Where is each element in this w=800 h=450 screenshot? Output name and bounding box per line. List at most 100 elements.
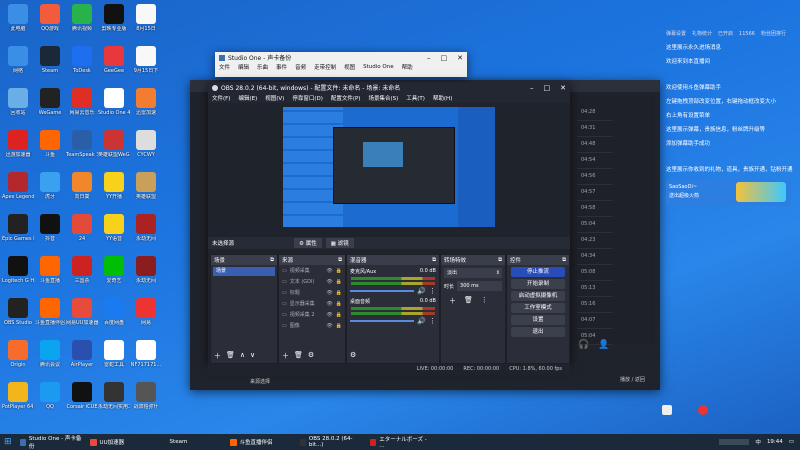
visibility-icon[interactable]: 👁 <box>326 279 332 285</box>
menu-item[interactable]: 编辑 <box>238 63 249 71</box>
desktop-icon[interactable]: NF717171... <box>130 340 162 368</box>
menu-item[interactable]: 走带控制 <box>314 63 336 71</box>
tray-icons[interactable] <box>719 439 750 445</box>
chat-top-item[interactable]: 粉丝团排行 <box>761 30 786 38</box>
dock-icon[interactable]: ⧉ <box>338 257 342 264</box>
source-item[interactable]: ▭ 标题 👁 🔒 <box>279 287 345 298</box>
menu-item[interactable]: 工具(T) <box>406 94 425 102</box>
minimize-button[interactable]: – <box>427 54 431 62</box>
desktop-icon[interactable]: WeGame <box>34 88 66 116</box>
desktop-icon[interactable]: Apex Legends <box>2 172 34 200</box>
menu-item[interactable]: 文件 <box>219 63 230 71</box>
visibility-icon[interactable]: 👁 <box>326 312 332 318</box>
menu-item[interactable]: 视图 <box>344 63 355 71</box>
time-entry[interactable]: 04:54 <box>577 153 613 169</box>
time-entry[interactable]: 04:34 <box>577 249 613 265</box>
menu-item[interactable]: 帮助 <box>402 63 413 71</box>
desktop-icon[interactable]: 迅雷加速 <box>130 88 162 116</box>
source-settings-button[interactable]: ⚙ <box>308 351 314 361</box>
transition-select[interactable]: 淡出 ⇕ <box>444 268 502 278</box>
control-button[interactable]: 退出 <box>511 327 565 337</box>
visibility-icon[interactable]: 👁 <box>326 268 332 274</box>
time-entry[interactable]: 05:16 <box>577 297 613 313</box>
taskbar-item[interactable]: UU加速器 <box>86 434 156 450</box>
speaker-icon[interactable]: 🔊 <box>417 317 426 325</box>
dock-icon[interactable]: ⧉ <box>562 257 566 264</box>
user-icon[interactable]: 👤 <box>598 340 609 350</box>
taskbar-item[interactable]: OBS 28.0.2 (64-bit...) <box>296 434 366 450</box>
taskbar-item[interactable]: Studio One - 声卡备份 <box>16 434 86 450</box>
chat-top-item[interactable]: 礼物统计 <box>692 30 712 38</box>
menu-item[interactable]: 编辑(E) <box>238 94 257 102</box>
time-entry[interactable]: 04:28 <box>577 105 613 121</box>
desktop-icon[interactable]: Logitech G HUB <box>2 256 34 284</box>
desktop-icon[interactable]: 战双帕弥什 <box>130 382 162 410</box>
desktop-icon[interactable]: 百度网盘 <box>98 298 130 326</box>
mixer-settings-button[interactable]: ⚙ <box>350 351 356 359</box>
lock-icon[interactable]: 🔒 <box>336 279 342 285</box>
desktop-icon[interactable]: Corsair iCUE <box>66 382 98 410</box>
taskbar-item[interactable]: 斗鱼直播伴侣 <box>226 434 296 450</box>
desktop-icon[interactable]: Studio One 4 <box>98 88 130 116</box>
desktop-icon[interactable]: AirPlayer <box>66 340 98 368</box>
time-entry[interactable]: 04:58 <box>577 201 613 217</box>
desktop-icon[interactable]: 斗鱼直播伴侣 <box>34 298 66 326</box>
desktop-icon[interactable]: 三国杀 <box>66 256 98 284</box>
desktop-icon[interactable]: 爱奇艺 <box>98 256 130 284</box>
time-entry[interactable]: 05:04 <box>577 217 613 233</box>
menu-item[interactable]: 乐曲 <box>257 63 268 71</box>
mixer-menu-icon[interactable]: ⋮ <box>429 287 436 295</box>
desktop-icon[interactable]: 网易云音乐 <box>66 88 98 116</box>
add-transition-button[interactable]: ＋ <box>449 296 456 306</box>
control-button[interactable]: 停止推流 <box>511 267 565 277</box>
clock[interactable]: 19:44 <box>767 439 783 445</box>
menu-item[interactable]: 帮助(H) <box>433 94 452 102</box>
desktop-icon[interactable]: PotPlayer 64 bit <box>2 382 34 410</box>
visibility-icon[interactable]: 👁 <box>326 301 332 307</box>
visibility-icon[interactable]: 👁 <box>326 290 332 296</box>
notification-icon[interactable] <box>662 405 672 415</box>
scene-item[interactable]: 场景 <box>213 267 275 276</box>
speaker-icon[interactable]: 🔊 <box>417 287 426 295</box>
close-button[interactable]: ✕ <box>457 54 463 62</box>
desktop-icon[interactable]: 9月15日下 <box>130 46 162 74</box>
desktop-icon[interactable]: TeamSpeak 3 <box>66 130 98 158</box>
desktop-icon[interactable]: 雷蛇工具 <box>98 340 130 368</box>
desktop-icon[interactable]: 斗鱼 <box>34 130 66 158</box>
desktop-icon[interactable]: QQ游戏 <box>34 4 66 32</box>
desktop-icon[interactable]: 迅游加速器 <box>2 130 34 158</box>
desktop-icon[interactable]: 永劫无间 <box>130 256 162 284</box>
time-entry[interactable]: 04:57 <box>577 185 613 201</box>
desktop-icon[interactable]: GeeGee <box>98 46 130 74</box>
desktop-icon[interactable]: 网易UU加速器 <box>66 298 98 326</box>
remove-scene-button[interactable]: 🗑 <box>226 351 235 361</box>
desktop-icon[interactable]: 网易 <box>130 298 162 326</box>
taskbar-item[interactable]: Steam <box>156 434 226 450</box>
preview-canvas[interactable] <box>283 107 495 227</box>
mixer-menu-icon[interactable]: ⋮ <box>429 317 436 325</box>
dock-icon[interactable]: ⧉ <box>498 257 502 264</box>
desktop-icon[interactable]: 永劫无间 <box>130 214 162 242</box>
menu-item[interactable]: 音频 <box>295 63 306 71</box>
move-down-button[interactable]: ∨ <box>250 351 255 361</box>
time-entry[interactable]: 04:48 <box>577 137 613 153</box>
desktop-icon[interactable]: 抖音 <box>34 214 66 242</box>
desktop-icon[interactable]: ToDesk <box>66 46 98 74</box>
time-entry[interactable]: 04:56 <box>577 169 613 185</box>
notification-center-icon[interactable]: ▭ <box>789 439 794 445</box>
desktop-icon[interactable]: 永劫无间实用工具 <box>98 382 130 410</box>
menu-item[interactable]: 文件(F) <box>212 94 230 102</box>
desktop-icon[interactable]: YY语音 <box>98 214 130 242</box>
taskbar-item[interactable]: エターナルボーズ - ... <box>366 434 436 450</box>
desktop-icon[interactable]: 8月15日 <box>130 4 162 32</box>
menu-item[interactable]: 停靠窗口(D) <box>292 94 323 102</box>
maximize-button[interactable]: □ <box>441 54 448 62</box>
maximize-button[interactable]: □ <box>544 84 551 92</box>
transition-menu-button[interactable]: ⋮ <box>481 296 488 306</box>
source-item[interactable]: ▭ 显示器采集 👁 🔒 <box>279 298 345 309</box>
chat-top-item[interactable]: 弹幕设置 <box>666 30 686 38</box>
remove-transition-button[interactable]: 🗑 <box>464 296 473 306</box>
desktop-icon[interactable]: 剪映专业版 <box>98 4 130 32</box>
time-entry[interactable]: 05:08 <box>577 265 613 281</box>
desktop-icon[interactable]: 网络 <box>2 46 34 74</box>
